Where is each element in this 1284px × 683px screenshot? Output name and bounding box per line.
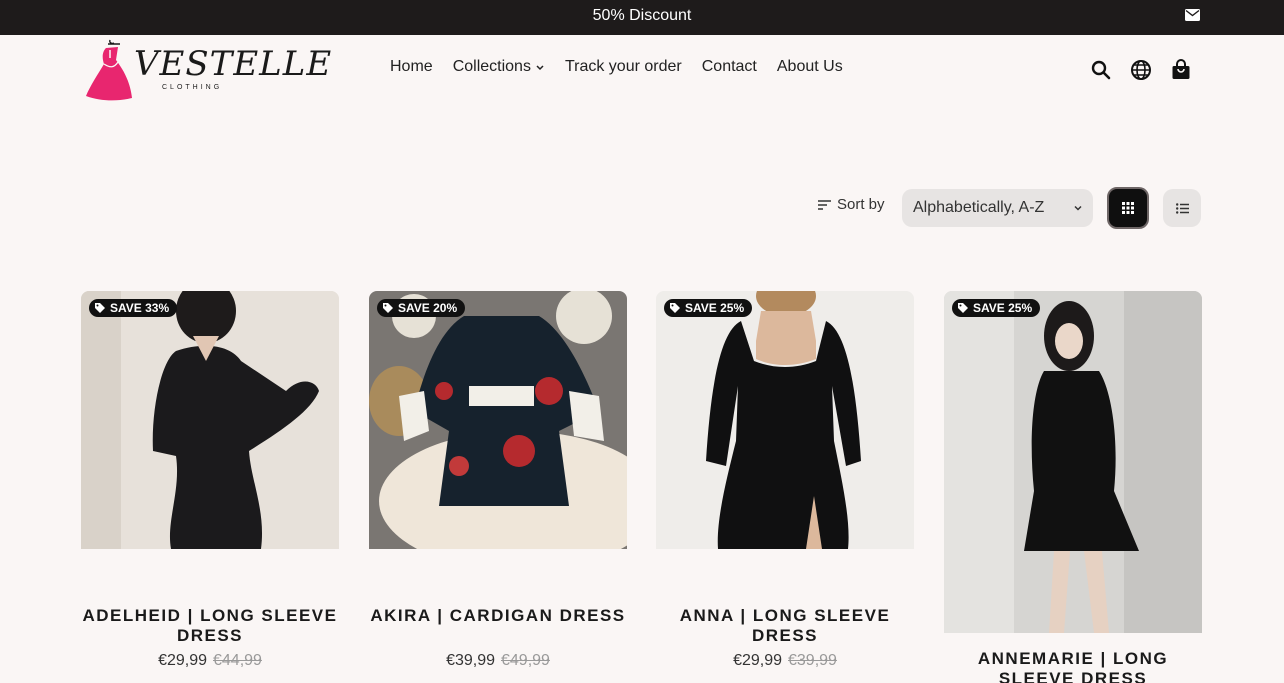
product-photo <box>944 291 1202 633</box>
product-image[interactable]: SAVE 25% <box>944 291 1202 633</box>
shopping-bag-icon[interactable] <box>1170 59 1192 81</box>
sort-label-text: Sort by <box>837 196 885 213</box>
announcement-text: 50% Discount <box>592 7 692 24</box>
product-title[interactable]: AKIRA | CARDIGAN DRESS <box>369 606 627 626</box>
tag-icon <box>958 303 968 313</box>
product-title[interactable]: ADELHEID | LONG SLEEVE DRESS <box>81 606 339 646</box>
brand-logo[interactable]: VESTELLE CLOTHING <box>80 38 331 104</box>
product-price: €29,99 €39,99 <box>656 652 914 670</box>
product-photo <box>656 291 914 549</box>
nav-label: Collections <box>452 58 531 75</box>
tag-icon <box>383 303 393 313</box>
discount-badge: SAVE 33% <box>89 299 178 317</box>
nav-track-order[interactable]: Track your order <box>565 58 682 76</box>
grid-view-button[interactable] <box>1107 187 1149 229</box>
badge-text: SAVE 33% <box>110 301 170 315</box>
mail-icon[interactable] <box>1185 9 1200 21</box>
product-image[interactable]: SAVE 33% <box>81 291 339 549</box>
product-price: €39,99 €49,99 <box>369 652 627 670</box>
sort-icon <box>818 199 831 210</box>
nav-label: Home <box>390 58 433 75</box>
discount-badge: SAVE 25% <box>952 299 1041 317</box>
globe-icon[interactable] <box>1130 59 1152 81</box>
tag-icon <box>670 303 680 313</box>
product-title[interactable]: ANNA | LONG SLEEVE DRESS <box>656 606 914 646</box>
product-image[interactable]: SAVE 20% <box>369 291 627 549</box>
tag-icon <box>95 303 105 313</box>
compare-price: €49,99 <box>501 652 550 669</box>
nav-contact[interactable]: Contact <box>702 58 757 76</box>
dress-logo-icon <box>86 39 132 101</box>
announcement-bar: 50% Discount <box>0 0 1284 35</box>
product-photo <box>369 291 627 549</box>
product-title[interactable]: ANNEMARIE | LONG SLEEVE DRESS <box>944 649 1202 683</box>
discount-badge: SAVE 25% <box>664 299 753 317</box>
search-icon[interactable] <box>1090 59 1112 81</box>
list-icon <box>1175 202 1189 214</box>
nav-collections[interactable]: Collections <box>453 58 545 76</box>
sale-price: €29,99 <box>158 652 207 669</box>
grid-icon <box>1122 202 1134 214</box>
product-photo <box>81 291 339 549</box>
nav-label: Track your order <box>564 58 682 75</box>
product-card[interactable]: SAVE 25% ANNA | LONG SLEEVE DRESS €29,99… <box>656 291 914 669</box>
list-view-button[interactable] <box>1163 189 1201 227</box>
main-nav: Home Collections Track your order Contac… <box>390 58 843 76</box>
nav-label: About Us <box>776 58 843 75</box>
nav-label: Contact <box>701 58 757 75</box>
chevron-down-icon <box>1074 205 1082 211</box>
sort-label: Sort by <box>818 196 885 213</box>
brand-tagline: CLOTHING <box>162 84 223 91</box>
product-price: €29,99 €44,99 <box>81 652 339 670</box>
badge-text: SAVE 20% <box>398 301 458 315</box>
product-card[interactable]: SAVE 25% ANNEMARIE | LONG SLEEVE DRESS <box>944 291 1202 683</box>
sort-select[interactable]: Alphabetically, A-Z <box>902 189 1093 227</box>
compare-price: €39,99 <box>788 652 837 669</box>
nav-home[interactable]: Home <box>390 58 433 76</box>
product-card[interactable]: SAVE 20% AKIRA | CARDIGAN DRESS €39,99 €4… <box>369 291 627 669</box>
badge-text: SAVE 25% <box>685 301 745 315</box>
sale-price: €39,99 <box>446 652 495 669</box>
badge-text: SAVE 25% <box>973 301 1033 315</box>
product-card[interactable]: SAVE 33% ADELHEID | LONG SLEEVE DRESS €2… <box>81 291 339 669</box>
chevron-down-icon <box>536 65 544 71</box>
discount-badge: SAVE 20% <box>377 299 466 317</box>
brand-name: VESTELLE <box>134 44 333 84</box>
sort-value: Alphabetically, A-Z <box>913 199 1045 216</box>
compare-price: €44,99 <box>213 652 262 669</box>
nav-about[interactable]: About Us <box>777 58 843 76</box>
product-image[interactable]: SAVE 25% <box>656 291 914 549</box>
sale-price: €29,99 <box>733 652 782 669</box>
